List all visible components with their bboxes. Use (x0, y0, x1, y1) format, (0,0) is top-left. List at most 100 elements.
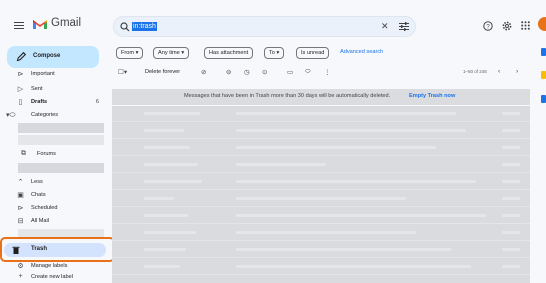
move-to-folder-icon[interactable]: ▭ (287, 68, 293, 76)
sidebar-item-label: All Mail (31, 218, 50, 224)
sidebar-item-important[interactable]: ⊳ Important (0, 69, 108, 80)
move-to-inbox-icon[interactable]: ⊖ (226, 68, 231, 76)
blurred-subject (236, 231, 416, 234)
draft-icon: ▯ (18, 99, 23, 106)
label-tag-icon[interactable]: ⬭ (305, 68, 311, 76)
sidebar-item-label: Important (31, 71, 55, 77)
list-item[interactable] (112, 106, 530, 122)
list-item[interactable] (112, 259, 530, 275)
blurred-subject (236, 129, 466, 132)
mark-done-icon[interactable]: ⊙ (262, 68, 267, 76)
gear-icon: ⚙ (17, 263, 24, 270)
main-menu-icon[interactable] (14, 22, 24, 29)
blurred-date (502, 129, 520, 132)
more-options-icon[interactable]: ⋮ (324, 68, 331, 76)
message-toolbar: ☐▾ Delete forever ⊘ ⊖ ◷ ⊙ ▭ ⬭ ⋮ 1–50 of … (116, 68, 530, 80)
blurred-sidebar-item (18, 123, 104, 133)
tasks-app-icon[interactable] (541, 95, 546, 103)
delete-forever-button[interactable]: Delete forever (145, 69, 180, 75)
list-item[interactable] (112, 242, 530, 258)
apps-grid-icon[interactable] (521, 21, 530, 30)
schedule-send-icon: ⊳ (17, 205, 24, 212)
search-bar[interactable]: in:trash ✕ (113, 16, 416, 37)
settings-gear-icon[interactable] (502, 21, 512, 31)
list-item[interactable] (112, 225, 530, 241)
blurred-sender (144, 197, 174, 200)
filter-from-chip[interactable]: From ▾ (116, 47, 144, 59)
blurred-sender (144, 146, 190, 149)
snooze-clock-icon[interactable]: ◷ (244, 68, 250, 76)
blurred-sender (144, 214, 188, 217)
compose-label: Compose (33, 53, 61, 59)
sidebar-item-forums[interactable]: ⧉ Forums (0, 149, 108, 160)
filter-any-time-chip[interactable]: Any time ▾ (153, 47, 190, 59)
trash-notice-banner: Messages that have been in Trash more th… (112, 89, 530, 105)
sidebar-item-manage-labels[interactable]: ⚙ Manage labels (0, 261, 108, 272)
list-item[interactable] (112, 191, 530, 207)
sidebar-item-less[interactable]: ⌃ Less (0, 177, 108, 188)
label-icon: ▾⬭ (6, 112, 16, 119)
send-icon: ▷ (17, 86, 24, 93)
select-checkbox-icon[interactable]: ☐▾ (118, 68, 127, 76)
search-icon[interactable] (120, 22, 130, 32)
blurred-date (502, 163, 520, 166)
blurred-date (502, 214, 520, 217)
account-avatar[interactable] (538, 17, 546, 31)
filter-has-attachment-chip[interactable]: Has attachment (204, 47, 254, 59)
filter-is-unread-chip[interactable]: Is unread (296, 47, 330, 59)
search-input[interactable]: in:trash (132, 22, 157, 31)
keep-app-icon[interactable] (541, 71, 546, 79)
list-item[interactable] (112, 157, 530, 173)
filter-to-chip[interactable]: To ▾ (264, 47, 285, 59)
chip-label: Any time (158, 50, 180, 56)
sidebar-item-label: Chats (31, 192, 46, 198)
sidebar-item-create-label[interactable]: + Create new label (0, 272, 108, 283)
chip-label: Is unread (301, 50, 325, 56)
blurred-sender (144, 231, 196, 234)
sidebar-item-chats[interactable]: ▣ Chats (0, 190, 108, 201)
pagination-range: 1–50 of 248 (463, 69, 487, 74)
blurred-subject (236, 180, 476, 183)
chevron-up-icon: ⌃ (17, 179, 24, 186)
sidebar-item-sent[interactable]: ▷ Sent (0, 84, 108, 95)
sidebar-item-categories[interactable]: ▾⬭ Categories (0, 110, 108, 121)
blurred-subject (236, 146, 436, 149)
blurred-sender (144, 248, 186, 251)
label-important-icon: ⊳ (17, 71, 24, 78)
sidebar-item-all-mail[interactable]: ⊟ All Mail (0, 216, 108, 227)
blurred-date (502, 231, 520, 234)
blurred-date (502, 265, 520, 268)
sidebar-item-label: Manage labels (31, 263, 68, 269)
sidebar-item-scheduled[interactable]: ⊳ Scheduled (0, 203, 108, 214)
blurred-sender (144, 180, 202, 183)
list-item[interactable] (112, 174, 530, 190)
blurred-subject (236, 265, 471, 268)
forum-icon: ⧉ (21, 150, 26, 157)
compose-button[interactable]: Compose (7, 46, 99, 68)
previous-page-icon[interactable]: ‹ (498, 68, 500, 75)
next-page-icon[interactable]: › (516, 68, 518, 75)
list-item[interactable] (112, 140, 530, 156)
sidebar-item-label: Less (31, 179, 43, 185)
trash-highlight-outline (0, 237, 115, 262)
calendar-app-icon[interactable] (541, 48, 546, 56)
advanced-search-link[interactable]: Advanced search (340, 49, 383, 55)
clear-search-icon[interactable]: ✕ (381, 21, 389, 32)
message-list (112, 106, 530, 283)
blurred-date (502, 112, 520, 115)
blurred-subject (236, 197, 406, 200)
blurred-date (502, 180, 520, 183)
help-icon[interactable]: ? (483, 21, 493, 31)
chat-icon: ▣ (17, 192, 24, 199)
empty-trash-link[interactable]: Empty Trash now (409, 93, 455, 99)
report-spam-icon[interactable]: ⊘ (201, 68, 206, 76)
top-bar: Gmail in:trash ✕ ? (0, 0, 546, 48)
sidebar-item-drafts[interactable]: ▯ Drafts 6 (0, 97, 108, 108)
search-options-icon[interactable] (399, 22, 409, 31)
blurred-sender (144, 112, 200, 115)
side-panel-rail (531, 40, 546, 283)
gmail-logo-icon[interactable] (32, 18, 48, 30)
blurred-sidebar-item (18, 163, 104, 173)
list-item[interactable] (112, 208, 530, 224)
list-item[interactable] (112, 123, 530, 139)
